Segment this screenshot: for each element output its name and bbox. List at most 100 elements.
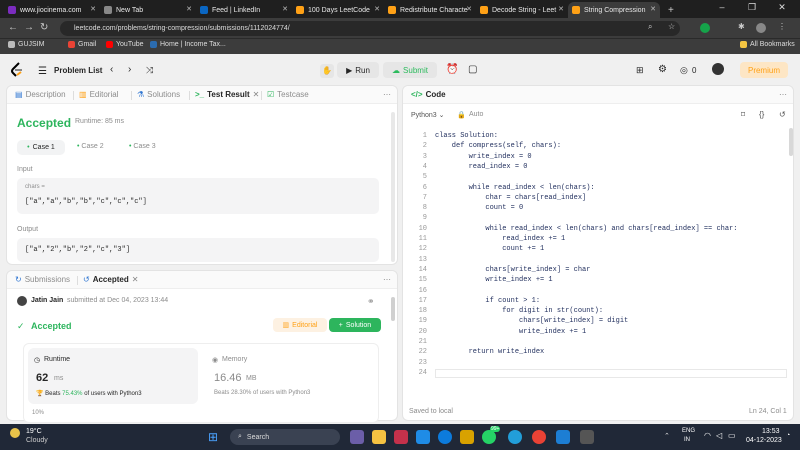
bookmark-icon[interactable]: ⌑ (741, 110, 745, 119)
code-line[interactable]: read_index = 0 (435, 163, 528, 171)
close-icon[interactable]: ✕ (558, 5, 564, 13)
forward-icon[interactable]: → (24, 22, 34, 33)
edge-icon[interactable] (438, 430, 452, 444)
code-line[interactable]: chars[write_index] = char (435, 266, 590, 274)
browser-tab[interactable]: 100 Days LeetCode ✕ (292, 2, 384, 18)
files-icon[interactable] (460, 430, 474, 444)
volume-icon[interactable]: ◁ (716, 431, 722, 440)
whatsapp-icon[interactable] (482, 430, 496, 444)
reload-icon[interactable]: ↻ (40, 22, 48, 33)
tab-code[interactable]: </> Code (411, 90, 446, 99)
chrome-icon[interactable] (532, 430, 546, 444)
close-icon[interactable]: ✕ (186, 5, 192, 13)
shuffle-icon[interactable]: ⤨ (146, 65, 153, 76)
scrollbar[interactable] (789, 128, 793, 156)
code-line[interactable]: count += 1 (435, 245, 544, 253)
extensions-puzzle-icon[interactable]: ✱ (738, 22, 745, 31)
close-icon[interactable]: ✕ (132, 275, 139, 284)
taskbar-search[interactable]: ⌕ Search (230, 429, 340, 445)
code-line[interactable]: if count > 1: (435, 297, 540, 305)
problem-list-link[interactable]: Problem List (54, 66, 102, 75)
window-close-icon[interactable]: ✕ (768, 2, 796, 13)
scrollbar[interactable] (391, 112, 395, 262)
profile-avatar[interactable] (756, 23, 766, 33)
minimize-icon[interactable]: – (708, 2, 736, 12)
browser-tab[interactable]: Feed | LinkedIn ✕ (196, 2, 292, 18)
extension-icon[interactable] (700, 23, 710, 33)
tab-testcase[interactable]: ☑ Testcase (267, 90, 309, 99)
back-icon[interactable]: ← (8, 22, 18, 33)
more-icon[interactable]: ⋯ (383, 90, 391, 99)
bookmark-item[interactable]: Gmail (68, 41, 96, 48)
close-icon[interactable]: ✕ (466, 5, 472, 13)
runtime-card[interactable]: ◷ Runtime 62 ms 🏆 Beats 75.43% of users … (28, 348, 198, 404)
browser-tab[interactable]: www.jiocinema.com ✕ (4, 2, 100, 18)
memory-card[interactable]: ◉ Memory 16.46 MB Beats 28.30% of users … (208, 348, 374, 404)
close-icon[interactable]: ✕ (650, 5, 656, 13)
code-line[interactable]: write_index = 0 (435, 153, 532, 161)
wifi-icon[interactable]: ◠ (704, 431, 711, 440)
code-line[interactable]: def compress(self, chars): (435, 142, 561, 150)
bookmark-item[interactable]: GUJSIM (8, 41, 44, 48)
notes-icon[interactable]: ▢ (468, 64, 477, 75)
settings-gear-icon[interactable]: ⚙ (658, 64, 667, 75)
browser-tab[interactable]: Decode String - Leet ✕ (476, 2, 568, 18)
solution-button[interactable]: + Solution (329, 318, 381, 332)
tab-accepted[interactable]: ↺ Accepted ✕ (83, 275, 138, 284)
case-3-tab[interactable]: • Case 3 (129, 143, 156, 150)
premium-button[interactable]: Premium (740, 62, 788, 78)
new-tab-button[interactable]: + (664, 2, 678, 18)
terminal-icon[interactable] (580, 430, 594, 444)
share-link-icon[interactable]: ⚭ (367, 296, 375, 307)
format-braces-icon[interactable]: {} (759, 110, 764, 119)
all-bookmarks[interactable]: All Bookmarks (740, 41, 795, 48)
weather-icon[interactable] (10, 428, 20, 438)
close-icon[interactable]: ✕ (282, 5, 288, 13)
vscode-icon[interactable] (556, 430, 570, 444)
browser-tab[interactable]: Redistribute Characte ✕ (384, 2, 476, 18)
code-line[interactable]: write_index += 1 (435, 328, 586, 336)
task-view-icon[interactable] (350, 430, 364, 444)
leetcode-logo-icon[interactable] (10, 62, 24, 78)
menu-icon[interactable]: ⋮ (778, 22, 786, 31)
browser-tab-active[interactable]: String Compression ✕ (568, 2, 660, 18)
more-icon[interactable]: ⋯ (779, 90, 787, 99)
user-avatar[interactable] (712, 63, 724, 75)
url-bar[interactable]: leetcode.com/problems/string-compression… (60, 21, 680, 36)
tab-editorial[interactable]: ▥ Editorial (79, 90, 118, 99)
code-line[interactable]: count = 0 (435, 204, 523, 212)
mail-icon[interactable] (416, 430, 430, 444)
tab-submissions[interactable]: ↻ Submissions (15, 275, 70, 284)
case-2-tab[interactable]: • Case 2 (77, 143, 104, 150)
code-line[interactable]: while read_index < len(chars): (435, 184, 595, 192)
run-button[interactable]: ▶ Run (337, 62, 379, 78)
code-line[interactable]: read_index += 1 (435, 235, 565, 243)
tab-test-result[interactable]: >_ Test Result ✕ (195, 90, 259, 99)
code-line[interactable]: chars[write_index] = digit (435, 317, 628, 325)
case-1-tab[interactable]: • Case 1 (17, 140, 65, 155)
notifications-icon[interactable]: ◔ (786, 432, 790, 439)
store-icon[interactable] (394, 430, 408, 444)
reset-icon[interactable]: ↺ (779, 110, 786, 119)
close-icon[interactable]: ✕ (90, 5, 96, 13)
more-icon[interactable]: ⋯ (383, 275, 391, 284)
prev-problem-icon[interactable]: ‹ (110, 64, 113, 75)
submit-button[interactable]: ☁ Submit (383, 62, 437, 78)
chevron-up-icon[interactable]: ⌃ (664, 432, 670, 440)
maximize-icon[interactable]: ❐ (738, 2, 766, 13)
tab-solutions[interactable]: ⚗ Solutions (137, 90, 180, 99)
weather-temp[interactable]: 19°C (26, 428, 42, 435)
editorial-button[interactable]: ▥ Editorial (273, 318, 327, 332)
telegram-icon[interactable] (508, 430, 522, 444)
bookmark-item[interactable]: YouTube (106, 41, 144, 48)
code-line[interactable]: return write_index (435, 348, 545, 356)
layout-grid-icon[interactable]: ⊞ (636, 65, 644, 76)
code-line[interactable]: class Solution: (435, 132, 498, 140)
windows-start-icon[interactable]: ⊞ (208, 430, 218, 444)
code-editor[interactable]: 1 class Solution: 2 def compress(self, cha… (403, 128, 793, 378)
alarm-icon[interactable]: ⏰ (446, 64, 458, 75)
battery-icon[interactable]: ▭ (728, 431, 736, 440)
language-select[interactable]: Python3 ⌄ (411, 111, 445, 119)
code-line[interactable]: for digit in str(count): (435, 307, 603, 315)
search-icon[interactable]: ⌕ (648, 22, 652, 32)
